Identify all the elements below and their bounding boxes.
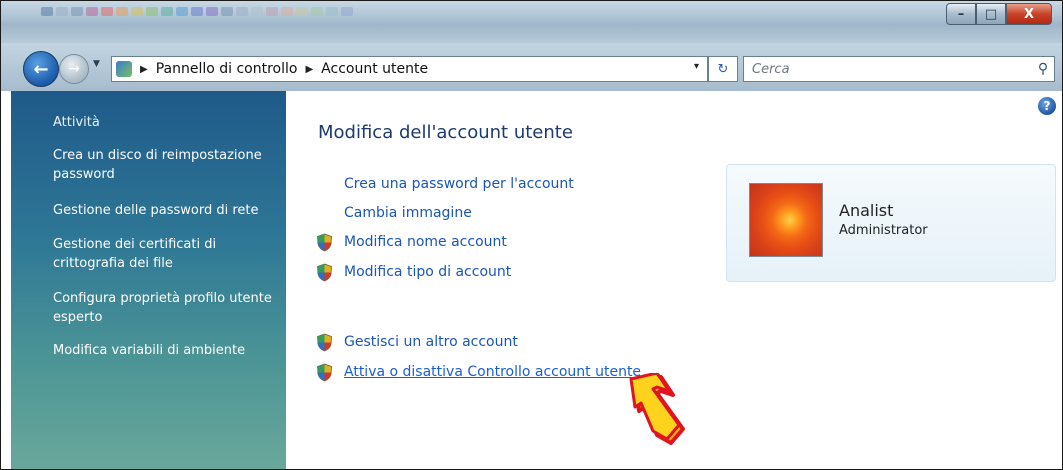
task-change-picture[interactable]: Cambia immagine (344, 205, 472, 221)
task-change-account-name[interactable]: Modifica nome account (344, 234, 507, 250)
refresh-icon: ↻ (717, 61, 729, 77)
uac-shield-icon (317, 333, 332, 352)
maximize-button[interactable]: □ (976, 3, 1006, 25)
sidebar-item-network-passwords[interactable]: Gestione delle password di rete (53, 201, 283, 220)
forward-arrow-icon: → (68, 61, 80, 77)
back-arrow-icon: ← (33, 58, 49, 80)
window-controls: – □ X (946, 3, 1052, 25)
page-title: Modifica dell'account utente (318, 122, 573, 143)
title-bar-decoration (41, 7, 361, 37)
pointer-arrow-icon (629, 373, 685, 445)
uac-shield-icon (317, 263, 332, 282)
task-manage-another-account[interactable]: Gestisci un altro account (344, 334, 518, 350)
uac-shield-icon (317, 363, 332, 382)
task-sidebar: Attività Crea un disco di reimpostazione… (11, 91, 286, 469)
search-box: ⚲ (743, 56, 1055, 82)
task-change-account-type[interactable]: Modifica tipo di account (344, 264, 511, 280)
breadcrumb-separator[interactable]: ▶ (305, 64, 313, 75)
search-icon[interactable]: ⚲ (1032, 61, 1054, 77)
account-role: Administrator (839, 223, 928, 238)
breadcrumb-control-panel[interactable]: Pannello di controllo (156, 61, 298, 77)
task-create-password[interactable]: Crea una password per l'account (344, 176, 574, 192)
refresh-button[interactable]: ↻ (708, 56, 738, 82)
help-icon[interactable]: ? (1038, 97, 1056, 115)
sidebar-item-environment-variables[interactable]: Modifica variabili di ambiente (53, 341, 283, 360)
account-card: Analist Administrator (726, 164, 1056, 282)
sidebar-item-create-reset-disk[interactable]: Crea un disco di reimpostazione password (53, 146, 283, 184)
control-panel-window: – □ X ← → ▼ ▶ Pannello di controllo ▶ Ac… (0, 0, 1063, 470)
uac-shield-icon (317, 233, 332, 252)
recent-pages-dropdown[interactable]: ▼ (93, 59, 100, 69)
address-dropdown-icon[interactable]: ▾ (694, 61, 699, 72)
back-button[interactable]: ← (23, 51, 59, 87)
address-bar[interactable]: ▶ Pannello di controllo ▶ Account utente… (111, 56, 708, 82)
title-bar[interactable]: – □ X (1, 1, 1062, 43)
task-toggle-user-account-control[interactable]: Attiva o disattiva Controllo account ute… (344, 364, 641, 380)
control-panel-icon (116, 61, 132, 77)
close-button[interactable]: X (1006, 3, 1052, 25)
forward-button[interactable]: → (59, 54, 89, 84)
sidebar-item-advanced-profile-properties[interactable]: Configura proprietà profilo utente esper… (53, 289, 283, 327)
account-name: Analist (839, 201, 894, 220)
minimize-button[interactable]: – (946, 3, 976, 25)
avatar[interactable] (749, 183, 823, 257)
search-input[interactable] (750, 60, 1032, 78)
sidebar-heading: Attività (53, 115, 100, 130)
breadcrumb-separator[interactable]: ▶ (140, 64, 148, 75)
sidebar-item-file-encryption-certificates[interactable]: Gestione dei certificati di crittografia… (53, 235, 283, 273)
breadcrumb-user-accounts[interactable]: Account utente (321, 61, 428, 77)
